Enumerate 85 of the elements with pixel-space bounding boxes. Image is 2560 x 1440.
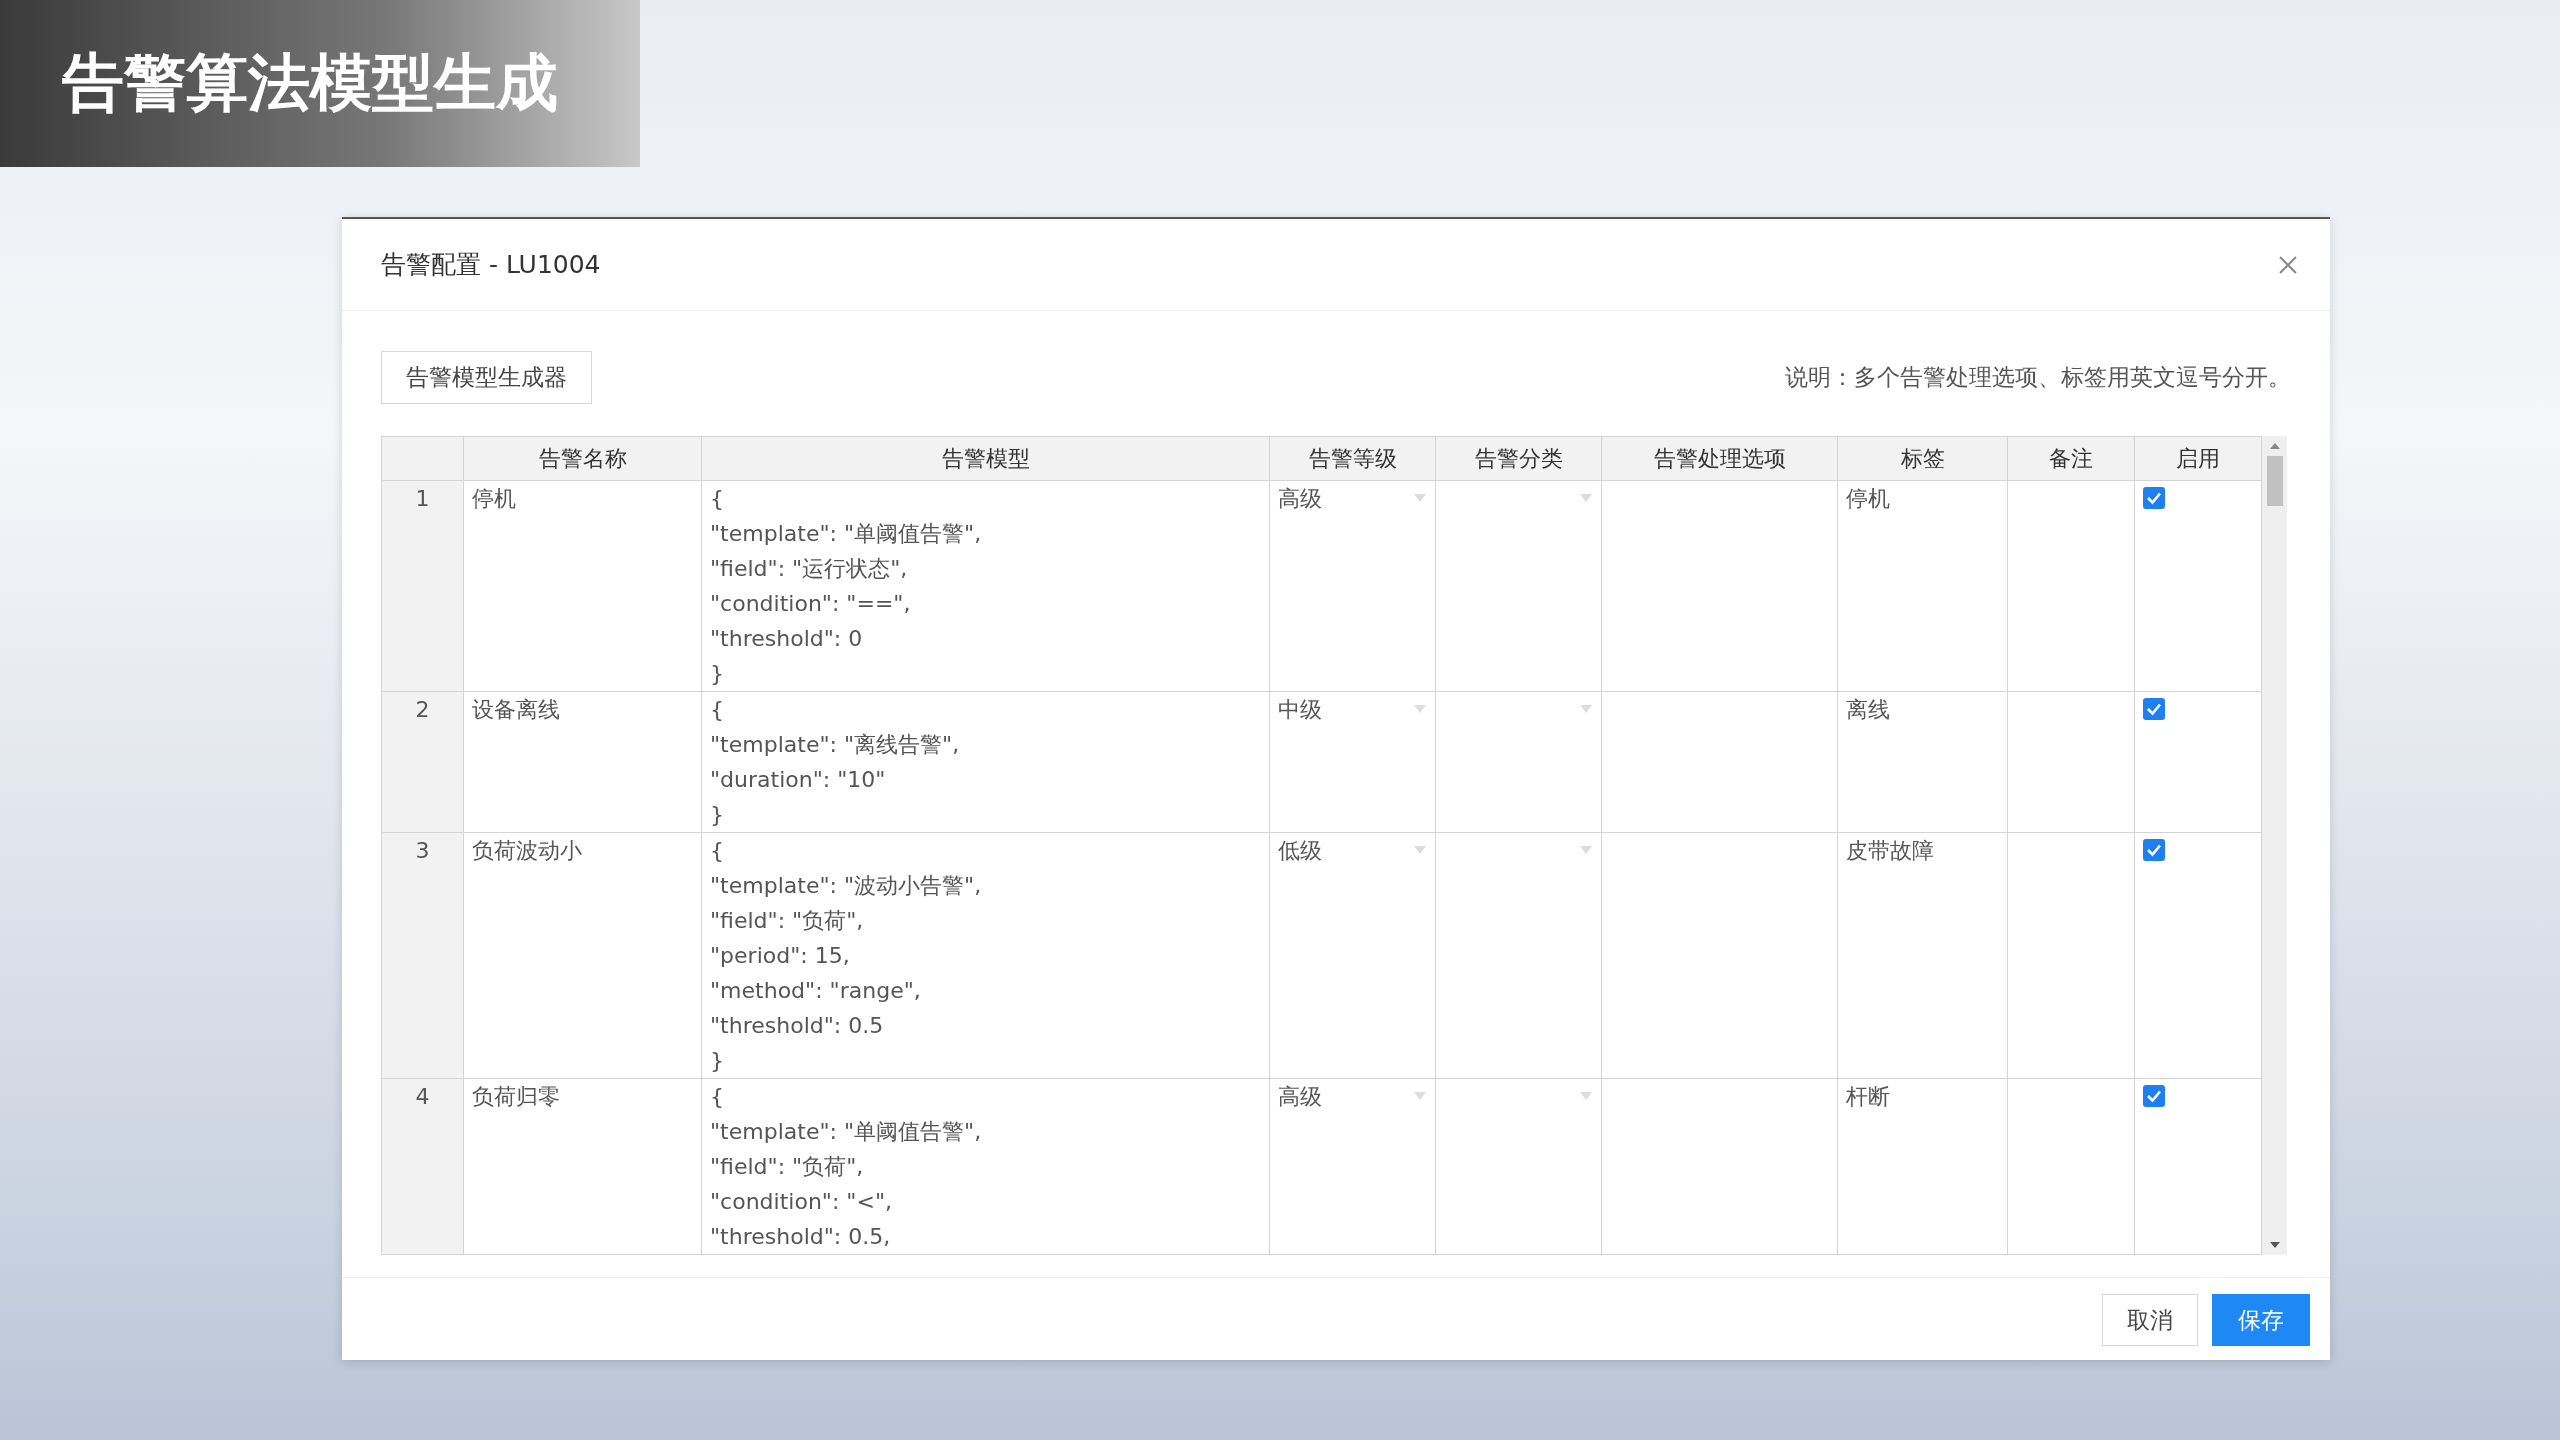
dropdown-caret-icon[interactable] — [1413, 703, 1427, 714]
column-header[interactable]: 备注 — [2007, 436, 2135, 480]
model-line: } — [710, 800, 725, 829]
name-cell[interactable]: 负荷波动小 — [463, 832, 702, 1078]
row-number: 2 — [381, 691, 464, 832]
row-number: 3 — [381, 832, 464, 1078]
scroll-thumb[interactable] — [2266, 455, 2283, 506]
category-select[interactable] — [1435, 480, 1602, 691]
generator-button[interactable]: 告警模型生成器 — [381, 351, 592, 404]
model-line: { — [710, 836, 725, 865]
level-select[interactable]: 高级 — [1269, 1078, 1436, 1254]
category-select[interactable] — [1435, 832, 1602, 1078]
tag-cell[interactable]: 停机 — [1837, 480, 2008, 691]
model-line: "method": "range", — [710, 976, 922, 1005]
name-cell[interactable]: 设备离线 — [463, 691, 702, 832]
dropdown-caret-icon[interactable] — [1579, 1090, 1593, 1101]
category-select[interactable] — [1435, 1078, 1602, 1254]
model-line: "threshold": 0 — [710, 624, 864, 653]
tag-cell[interactable]: 杆断 — [1837, 1078, 2008, 1254]
notes-cell[interactable] — [2007, 1078, 2135, 1254]
column-header[interactable]: 告警分类 — [1435, 436, 1602, 480]
dropdown-caret-icon[interactable] — [1579, 703, 1593, 714]
dropdown-caret-icon[interactable] — [1413, 492, 1427, 503]
cancel-button[interactable]: 取消 — [2102, 1293, 2198, 1346]
model-line: } — [710, 1046, 725, 1075]
column-header[interactable]: 告警名称 — [463, 436, 702, 480]
level-value: 高级 — [1278, 484, 1322, 513]
save-button[interactable]: 保存 — [2212, 1293, 2310, 1346]
model-line: "duration": "10" — [710, 765, 887, 794]
tag-cell[interactable]: 离线 — [1837, 691, 2008, 832]
dialog-title: 告警配置 - LU1004 — [381, 248, 601, 281]
level-select[interactable]: 中级 — [1269, 691, 1436, 832]
note-text: 说明：多个告警处理选项、标签用英文逗号分开。 — [1785, 363, 2291, 392]
column-header[interactable]: 告警模型 — [701, 436, 1270, 480]
model-line: "condition": "==", — [710, 589, 912, 618]
dropdown-caret-icon[interactable] — [1413, 844, 1427, 855]
model-line: "field": "负荷", — [710, 1152, 865, 1181]
column-header[interactable]: 告警等级 — [1269, 436, 1436, 480]
model-line: "template": "单阈值告警", — [710, 1117, 983, 1146]
model-line: "field": "负荷", — [710, 906, 865, 935]
model-line: { — [710, 695, 725, 724]
model-line: "template": "波动小告警", — [710, 871, 983, 900]
level-value: 中级 — [1278, 695, 1322, 724]
options-cell[interactable] — [1601, 1078, 1838, 1254]
model-line: "threshold": 0.5, — [710, 1222, 892, 1251]
enable-checkbox[interactable] — [2143, 1084, 2165, 1107]
enable-checkbox[interactable] — [2143, 697, 2165, 720]
column-header[interactable]: 启用 — [2134, 436, 2262, 480]
scroll-down-icon[interactable] — [2268, 1240, 2281, 1249]
row-number: 1 — [381, 480, 464, 691]
level-select[interactable]: 高级 — [1269, 480, 1436, 691]
notes-cell[interactable] — [2007, 832, 2135, 1078]
options-cell[interactable] — [1601, 832, 1838, 1078]
tag-cell[interactable]: 皮带故障 — [1837, 832, 2008, 1078]
model-line: } — [710, 659, 725, 688]
scroll-up-icon[interactable] — [2268, 441, 2281, 450]
model-line: "condition": "<", — [710, 1187, 894, 1216]
model-line: "threshold": 0.5 — [710, 1011, 885, 1040]
level-value: 高级 — [1278, 1082, 1322, 1111]
scrollbar[interactable] — [2262, 435, 2287, 1255]
enable-checkbox[interactable] — [2143, 838, 2165, 861]
model-line: { — [710, 1082, 725, 1111]
column-header[interactable]: 标签 — [1837, 436, 2008, 480]
enable-checkbox[interactable] — [2143, 486, 2165, 509]
level-value: 低级 — [1278, 836, 1322, 865]
model-line: "template": "单阈值告警", — [710, 519, 983, 548]
category-select[interactable] — [1435, 691, 1602, 832]
options-cell[interactable] — [1601, 480, 1838, 691]
model-line: "field": "运行状态", — [710, 554, 909, 583]
options-cell[interactable] — [1601, 691, 1838, 832]
dropdown-caret-icon[interactable] — [1413, 1090, 1427, 1101]
column-header[interactable]: 告警处理选项 — [1601, 436, 1838, 480]
level-select[interactable]: 低级 — [1269, 832, 1436, 1078]
notes-cell[interactable] — [2007, 691, 2135, 832]
model-line: "period": 15, — [710, 941, 851, 970]
model-line: "template": "离线告警", — [710, 730, 961, 759]
notes-cell[interactable] — [2007, 480, 2135, 691]
model-line: { — [710, 484, 725, 513]
close-icon[interactable] — [2278, 254, 2298, 275]
name-cell[interactable]: 负荷归零 — [463, 1078, 702, 1254]
dropdown-caret-icon[interactable] — [1579, 844, 1593, 855]
slide-title: 告警算法模型生成 — [62, 46, 558, 121]
name-cell[interactable]: 停机 — [463, 480, 702, 691]
dropdown-caret-icon[interactable] — [1579, 492, 1593, 503]
row-number: 4 — [381, 1078, 464, 1254]
